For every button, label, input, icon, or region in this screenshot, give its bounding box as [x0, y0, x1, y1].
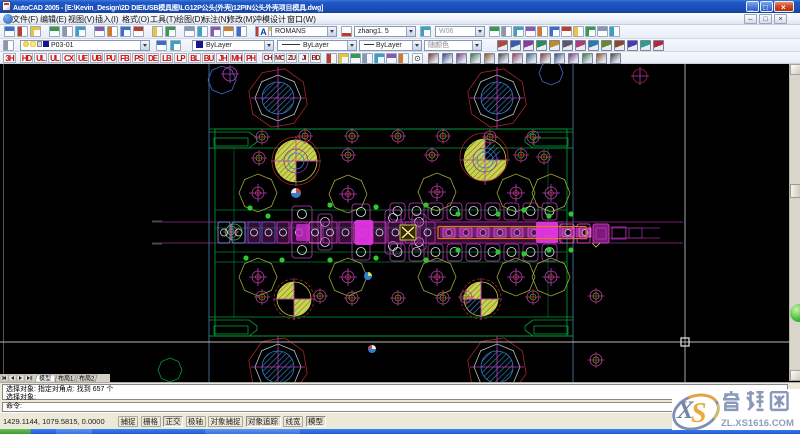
svg-text:ZL.XS1616.COM: ZL.XS1616.COM — [721, 418, 794, 429]
svg-text:布局1: 布局1 — [58, 375, 74, 383]
svg-text:模型: 模型 — [39, 375, 51, 383]
svg-text:布局2: 布局2 — [79, 375, 95, 383]
svg-text:S: S — [691, 398, 707, 429]
